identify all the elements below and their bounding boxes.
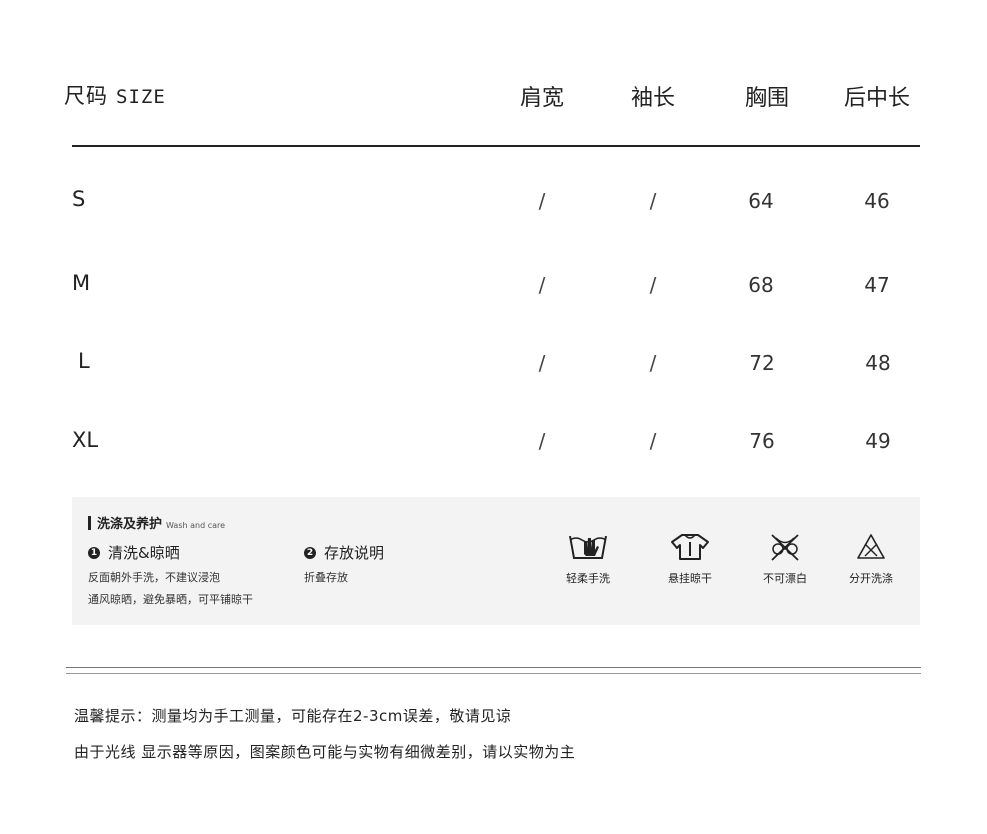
cell-m-chest: 68 [748, 273, 774, 297]
wash-line-1: 反面朝外手洗，不建议浸泡 [88, 571, 220, 584]
care-panel: 洗涤及养护 Wash and care 1 清洗&晾晒 反面朝外手洗，不建议浸泡… [72, 497, 920, 625]
care-icon-hang-dry: 悬挂晾干 [655, 532, 725, 586]
care-title-bar [88, 516, 91, 530]
row-size-m: M [72, 271, 91, 295]
row-size-s: S [72, 187, 86, 211]
wash-heading-text: 清洗&晾晒 [108, 544, 180, 562]
no-bleach-icon [771, 534, 799, 561]
care-item-storage: 2 存放说明 折叠存放 [304, 542, 384, 585]
care-item-wash: 1 清洗&晾晒 反面朝外手洗，不建议浸泡 通风晾晒，避免暴晒，可平铺晾干 [88, 542, 253, 607]
cell-m-shoulder: / [538, 273, 546, 297]
cell-m-length: 47 [864, 273, 890, 297]
header-divider [72, 145, 920, 147]
cell-xl-chest: 76 [749, 429, 775, 453]
cell-l-chest: 72 [749, 351, 775, 375]
care-icon-hand-wash: 轻柔手洗 [553, 532, 623, 586]
col-header-length: 后中长 [843, 86, 910, 111]
hand-wash-icon [569, 535, 607, 559]
title-cn: 尺码 [64, 84, 108, 108]
title-en: SIZE [116, 86, 166, 108]
wash-separately-label: 分开洗涤 [849, 572, 893, 585]
cell-s-sleeve: / [649, 189, 657, 213]
cell-l-sleeve: / [649, 351, 657, 375]
hang-dry-icon [671, 534, 709, 560]
hang-dry-label: 悬挂晾干 [668, 572, 712, 585]
cell-s-length: 46 [864, 189, 890, 213]
wash-line-2: 通风晾晒，避免暴晒，可平铺晾干 [88, 593, 253, 606]
note-color: 由于光线 显示器等原因，图案颜色可能与实物有细微差别，请以实物为主 [74, 743, 576, 761]
number-badge-1: 1 [88, 546, 100, 559]
no-bleach-label: 不可漂白 [763, 572, 807, 585]
hand-wash-label: 轻柔手洗 [566, 572, 610, 585]
storage-heading-text: 存放说明 [324, 544, 385, 562]
number-badge-2: 2 [304, 546, 316, 559]
col-header-shoulder: 肩宽 [519, 86, 564, 111]
care-item-wash-heading: 1 清洗&晾晒 [88, 542, 253, 563]
care-item-storage-heading: 2 存放说明 [304, 542, 384, 563]
cell-m-sleeve: / [649, 273, 657, 297]
col-header-chest: 胸围 [744, 86, 789, 111]
storage-line-1: 折叠存放 [304, 571, 348, 584]
cell-xl-length: 49 [865, 429, 891, 453]
cell-xl-sleeve: / [649, 429, 657, 453]
footer-divider-top [66, 667, 921, 668]
cell-xl-shoulder: / [538, 429, 546, 453]
wash-separately-icon [857, 534, 885, 559]
size-chart-title: 尺码 SIZE [64, 80, 166, 110]
cell-l-length: 48 [865, 351, 891, 375]
cell-s-shoulder: / [538, 189, 546, 213]
care-icon-no-bleach: 不可漂白 [750, 532, 820, 586]
care-title-en: Wash and care [166, 521, 226, 530]
note-measurement: 温馨提示：测量均为手工测量，可能存在2-3cm误差，敬请见谅 [74, 707, 512, 725]
col-header-sleeve: 袖长 [630, 86, 675, 111]
cell-l-shoulder: / [538, 351, 546, 375]
care-title-cn: 洗涤及养护 [97, 517, 163, 532]
care-icon-wash-separately: 分开洗涤 [836, 532, 906, 586]
footer-divider-bottom [66, 673, 921, 674]
care-title: 洗涤及养护 Wash and care [88, 513, 225, 532]
row-size-xl: XL [72, 428, 99, 452]
cell-s-chest: 64 [748, 189, 774, 213]
row-size-l: L [78, 349, 90, 373]
